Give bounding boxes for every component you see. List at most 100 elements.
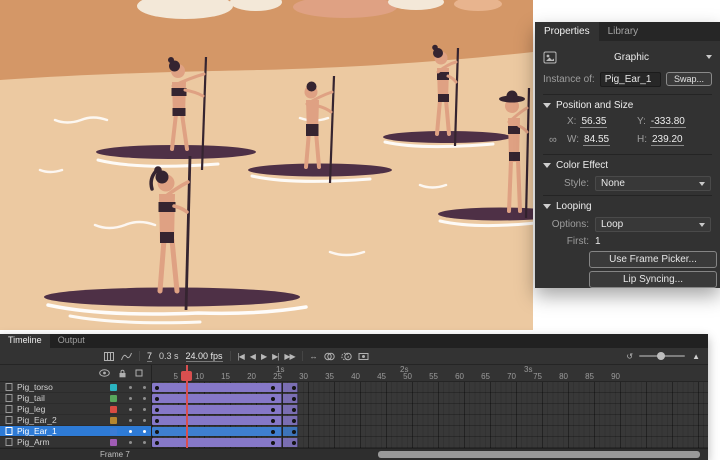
tab-properties[interactable]: Properties	[535, 22, 599, 41]
outline-view-icon[interactable]	[135, 369, 143, 377]
reset-timeline-zoom-icon[interactable]: ↺	[626, 352, 632, 361]
current-frame-field[interactable]: 7	[147, 351, 152, 362]
looping-header[interactable]: Looping	[543, 199, 712, 214]
keyframe-dot[interactable]	[271, 386, 275, 390]
keyframe-dot[interactable]	[155, 430, 159, 434]
keyframe-dot[interactable]	[292, 441, 296, 445]
layer-row-pig-tail[interactable]: Pig_tail	[0, 393, 151, 404]
position-size-header[interactable]: Position and Size	[543, 98, 712, 113]
playhead-line[interactable]	[186, 365, 188, 448]
first-frame-value[interactable]: 1	[595, 236, 601, 247]
keyframe-dot[interactable]	[155, 408, 159, 412]
use-frame-picker-button[interactable]: Use Frame Picker...	[589, 251, 717, 268]
layer-color-swatch[interactable]	[110, 406, 117, 413]
style-dropdown[interactable]: None	[595, 176, 711, 191]
link-width-height-icon[interactable]: ∞	[549, 136, 567, 144]
instance-name-field[interactable]: Pig_Ear_1	[600, 72, 661, 87]
tab-output[interactable]: Output	[50, 334, 93, 348]
layer-lock-toggle[interactable]	[137, 419, 151, 422]
layer-row-pig-leg[interactable]: Pig_leg	[0, 404, 151, 415]
layer-visibility-toggle[interactable]	[123, 419, 137, 422]
layer-lock-toggle[interactable]	[137, 386, 151, 389]
keyframe-dot[interactable]	[292, 430, 296, 434]
layer-color-swatch[interactable]	[110, 395, 117, 402]
tab-timeline[interactable]: Timeline	[0, 334, 50, 348]
collapse-panel-button[interactable]: ▲	[692, 352, 700, 361]
lock-all-icon[interactable]	[118, 369, 127, 378]
keyframe-dot[interactable]	[155, 386, 159, 390]
tween-span[interactable]	[152, 438, 282, 447]
keyframe-dot[interactable]	[155, 441, 159, 445]
frame-ruler[interactable]: 1s 2s 3s 5 10 15 20 25 30 35 40 45 50	[152, 365, 708, 382]
keyframe-dot[interactable]	[271, 408, 275, 412]
layer-lock-toggle[interactable]	[137, 397, 151, 400]
symbol-type-dropdown[interactable]: Graphic	[563, 52, 700, 63]
layer-visibility-toggle[interactable]	[123, 386, 137, 389]
layer-color-swatch[interactable]	[110, 384, 117, 391]
go-last-frame-button[interactable]: ▶▶	[284, 352, 294, 361]
keyframe-dot[interactable]	[292, 408, 296, 412]
go-first-frame-button[interactable]: |◀	[238, 352, 244, 361]
frame-row[interactable]	[152, 404, 708, 415]
tween-span[interactable]	[152, 383, 282, 392]
layer-row-pig-arm[interactable]: Pig_Arm	[0, 437, 151, 448]
layer-color-swatch[interactable]	[110, 439, 117, 446]
frame-row[interactable]	[152, 437, 708, 448]
frame-row[interactable]	[152, 415, 708, 426]
frame-rate-field[interactable]: 24.00 fps	[186, 351, 223, 362]
keyframe-dot[interactable]	[292, 419, 296, 423]
frame-row[interactable]	[152, 393, 708, 404]
play-button[interactable]: ▶	[261, 352, 266, 361]
tween-span[interactable]	[152, 405, 282, 414]
layer-row-pig-ear-1-selected[interactable]: Pig_Ear_1	[0, 426, 151, 437]
horizontal-scrollbar[interactable]	[378, 451, 700, 458]
show-hide-all-icon[interactable]	[99, 369, 110, 377]
w-value[interactable]: 84.55	[583, 134, 610, 146]
lip-syncing-button[interactable]: Lip Syncing...	[589, 271, 717, 288]
color-effect-header[interactable]: Color Effect	[543, 158, 712, 173]
h-value[interactable]: 239.20	[651, 134, 684, 146]
layer-row-pig-ear-2[interactable]: Pig_Ear_2	[0, 415, 151, 426]
layer-row-pig-torso[interactable]: Pig_torso	[0, 382, 151, 393]
layer-visibility-toggle[interactable]	[123, 408, 137, 411]
frame-row-selected[interactable]	[152, 426, 708, 437]
graph-editor-icon[interactable]	[121, 352, 132, 361]
layer-color-swatch[interactable]	[110, 417, 117, 424]
keyframe-dot[interactable]	[271, 441, 275, 445]
swap-button[interactable]: Swap...	[666, 72, 712, 86]
keyframe-dot[interactable]	[155, 419, 159, 423]
tween-span[interactable]	[152, 416, 282, 425]
tab-library[interactable]: Library	[599, 22, 648, 41]
tween-span-selected[interactable]	[152, 427, 282, 436]
keyframe-dot[interactable]	[271, 430, 275, 434]
step-back-button[interactable]: ◀	[250, 352, 255, 361]
x-value[interactable]: 56.35	[580, 116, 607, 128]
edit-multiple-frames-icon[interactable]	[358, 352, 369, 361]
step-forward-button[interactable]: ▶|	[272, 352, 278, 361]
timeline-zoom-slider[interactable]	[639, 355, 685, 357]
tween-span[interactable]	[152, 394, 282, 403]
layer-lock-toggle[interactable]	[137, 408, 151, 411]
frame-rows[interactable]	[152, 382, 708, 448]
frame-grid-area[interactable]: 1s 2s 3s 5 10 15 20 25 30 35 40 45 50	[152, 365, 708, 448]
onion-skin-outline-icon[interactable]	[341, 352, 352, 361]
layer-color-swatch[interactable]	[110, 428, 117, 435]
keyframe-dot[interactable]	[292, 397, 296, 401]
frame-row[interactable]	[152, 382, 708, 393]
y-value[interactable]: -333.80	[650, 116, 686, 128]
keyframe-dot[interactable]	[292, 386, 296, 390]
stage-canvas[interactable]	[0, 0, 533, 330]
frame-view-icon[interactable]	[104, 352, 114, 361]
layer-visibility-toggle[interactable]	[123, 397, 137, 400]
keyframe-dot[interactable]	[271, 397, 275, 401]
layer-visibility-toggle[interactable]	[123, 441, 137, 444]
zoom-slider-knob[interactable]	[657, 352, 665, 360]
layer-lock-toggle[interactable]	[137, 430, 151, 433]
onion-skin-icon[interactable]	[324, 352, 335, 361]
layer-visibility-toggle[interactable]	[123, 430, 137, 433]
keyframe-dot[interactable]	[271, 419, 275, 423]
layer-lock-toggle[interactable]	[137, 441, 151, 444]
center-frame-icon[interactable]: ↔	[310, 352, 317, 361]
keyframe-dot[interactable]	[155, 397, 159, 401]
loop-options-dropdown[interactable]: Loop	[595, 217, 711, 232]
